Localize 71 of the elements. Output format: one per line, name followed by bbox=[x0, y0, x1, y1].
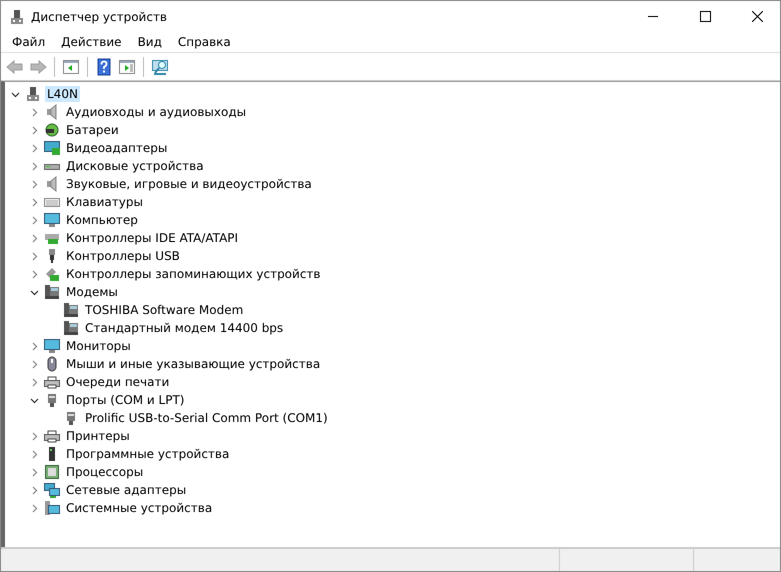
collapse-chevron-icon[interactable] bbox=[11, 90, 20, 98]
window-icon[interactable] bbox=[62, 58, 80, 76]
monitor-icon bbox=[44, 338, 60, 354]
expand-chevron-icon[interactable] bbox=[30, 180, 39, 188]
tree-item[interactable]: Принтеры bbox=[64, 428, 132, 444]
processor-chip-icon bbox=[44, 464, 60, 480]
close-icon[interactable] bbox=[752, 11, 762, 22]
modem-icon bbox=[63, 320, 79, 336]
expand-chevron-icon[interactable] bbox=[30, 108, 39, 116]
tree-item[interactable]: Стандартный модем 14400 bps bbox=[83, 320, 286, 336]
display-card-icon bbox=[44, 140, 60, 156]
modem-icon bbox=[63, 302, 79, 318]
menu-item[interactable]: Файл bbox=[4, 35, 54, 49]
expand-chevron-icon[interactable] bbox=[30, 378, 39, 386]
tree-item[interactable]: TOSHIBA Software Modem bbox=[83, 302, 246, 318]
tree-item[interactable]: Prolific USB-to-Serial Comm Port (COM1) bbox=[83, 410, 330, 426]
tree-item[interactable]: Контроллеры USB bbox=[64, 248, 182, 264]
window-icon[interactable] bbox=[118, 58, 136, 76]
app-icon bbox=[9, 8, 25, 24]
expand-chevron-icon[interactable] bbox=[30, 270, 39, 278]
help-icon[interactable] bbox=[95, 58, 113, 76]
expand-chevron-icon[interactable] bbox=[30, 144, 39, 152]
computer-icon bbox=[25, 86, 41, 102]
expand-chevron-icon[interactable] bbox=[30, 504, 39, 512]
tree-item[interactable]: L40N bbox=[45, 86, 80, 102]
tree-item[interactable]: Мониторы bbox=[64, 338, 133, 354]
tree-item[interactable]: Системные устройства bbox=[64, 500, 214, 516]
modem-icon bbox=[44, 284, 60, 300]
tree-item[interactable]: Дисковые устройства bbox=[64, 158, 206, 174]
menu-item[interactable]: Действие bbox=[53, 35, 130, 49]
tree-item[interactable]: Программные устройства bbox=[64, 446, 232, 462]
tree-item[interactable]: Видеоадаптеры bbox=[64, 140, 170, 156]
window-title: Диспетчер устройств bbox=[31, 10, 168, 24]
monitor-icon bbox=[44, 212, 60, 228]
network-adapter-icon bbox=[44, 482, 60, 498]
expand-chevron-icon[interactable] bbox=[30, 432, 39, 440]
printer-icon bbox=[44, 374, 60, 390]
expand-chevron-icon[interactable] bbox=[30, 162, 39, 170]
monitor-search-icon[interactable] bbox=[151, 58, 169, 76]
tree-item[interactable]: Процессоры bbox=[64, 464, 146, 480]
maximize-icon[interactable] bbox=[700, 11, 710, 22]
tree-item[interactable]: Сетевые адаптеры bbox=[64, 482, 188, 498]
storage-controller-icon bbox=[44, 266, 60, 282]
tree-item[interactable]: Очереди печати bbox=[64, 374, 172, 390]
expand-chevron-icon[interactable] bbox=[30, 234, 39, 242]
tree-item[interactable]: Мыши и иные указывающие устройства bbox=[64, 356, 322, 372]
expand-chevron-icon[interactable] bbox=[30, 198, 39, 206]
expand-chevron-icon[interactable] bbox=[30, 486, 39, 494]
system-device-icon bbox=[44, 500, 60, 516]
tree-item[interactable]: Порты (COM и LPT) bbox=[64, 392, 186, 408]
battery-icon bbox=[44, 122, 60, 138]
tree-item[interactable]: Контроллеры IDE ATA/ATAPI bbox=[64, 230, 240, 246]
tree-item[interactable]: Батареи bbox=[64, 122, 121, 138]
tree-item[interactable]: Модемы bbox=[64, 284, 120, 300]
expand-chevron-icon[interactable] bbox=[30, 342, 39, 350]
menu-item[interactable]: Вид bbox=[130, 35, 170, 49]
expand-chevron-icon[interactable] bbox=[30, 468, 39, 476]
tree-item[interactable]: Контроллеры запоминающих устройств bbox=[64, 266, 322, 282]
expand-chevron-icon[interactable] bbox=[30, 252, 39, 260]
printer-icon bbox=[44, 428, 60, 444]
expand-chevron-icon[interactable] bbox=[30, 360, 39, 368]
collapse-chevron-icon[interactable] bbox=[30, 396, 39, 404]
tree-item[interactable]: Звуковые, игровые и видеоустройства bbox=[64, 176, 314, 192]
expand-chevron-icon[interactable] bbox=[30, 450, 39, 458]
tree-item[interactable]: Аудиовходы и аудиовыходы bbox=[64, 104, 248, 120]
menu-item[interactable]: Справка bbox=[170, 35, 239, 49]
expand-chevron-icon[interactable] bbox=[30, 126, 39, 134]
tree-item[interactable]: Клавиатуры bbox=[64, 194, 145, 210]
expand-chevron-icon[interactable] bbox=[30, 216, 39, 224]
tree-item[interactable]: Компьютер bbox=[64, 212, 140, 228]
collapse-chevron-icon[interactable] bbox=[30, 288, 39, 296]
